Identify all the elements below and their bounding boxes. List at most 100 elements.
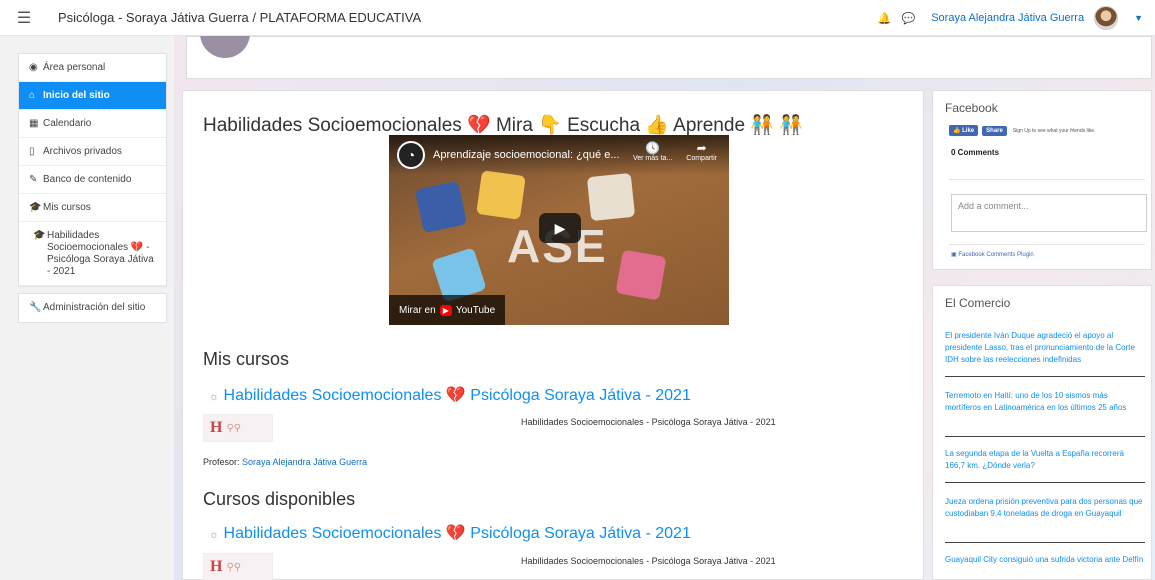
main-content: Habilidades Socioemocionales 💔 Mira 👇 Es… bbox=[182, 90, 924, 580]
news-item[interactable]: Jueza ordena prisión preventiva para dos… bbox=[945, 496, 1145, 520]
course-image-letter: H bbox=[210, 419, 223, 436]
drawer-item-label: Banco de contenido bbox=[43, 174, 132, 185]
facebook-comment-input[interactable]: Add a comment... bbox=[951, 194, 1147, 232]
course-summary: Habilidades Socioemocionales - Psicóloga… bbox=[521, 417, 776, 427]
drawer-item-inicio-del-sitio[interactable]: ⌂ Inicio del sitio bbox=[19, 82, 166, 110]
drawer-item-archivos-privados[interactable]: ▯ Archivos privados bbox=[19, 138, 166, 166]
graduation-cap-icon: 🎓 bbox=[33, 230, 46, 241]
share-video-button[interactable]: ➦ Compartir bbox=[686, 141, 717, 162]
course-image[interactable]: H ⚲⚲ bbox=[203, 414, 273, 442]
drawer-item-calendario[interactable]: ▦ Calendario bbox=[19, 110, 166, 138]
page-header bbox=[186, 36, 1152, 79]
drawer-item-banco-de-contenido[interactable]: ✎ Banco de contenido bbox=[19, 166, 166, 194]
watch-later-label: Ver más ta... bbox=[632, 155, 673, 162]
divider bbox=[945, 542, 1145, 543]
video-actions: 🕓 Ver más ta... ➦ Compartir bbox=[633, 141, 717, 162]
news-item[interactable]: Terremoto en Haití: uno de los 10 sismos… bbox=[945, 390, 1145, 414]
news-block: El Comercio El presidente Iván Duque agr… bbox=[932, 285, 1152, 580]
share-icon: ➦ bbox=[696, 141, 707, 155]
calendar-icon: ▦ bbox=[29, 118, 39, 129]
facebook-signup-note[interactable]: Sign Up to see what your friends like. bbox=[1013, 128, 1096, 134]
clock-icon: 🕓 bbox=[645, 141, 661, 155]
nav-drawer: ◉ Área personal ⌂ Inicio del sitio ▦ Cal… bbox=[0, 36, 174, 580]
course-image-faces-icon: ⚲⚲ bbox=[226, 422, 242, 434]
drawer-nav-list: ◉ Área personal ⌂ Inicio del sitio ▦ Cal… bbox=[18, 53, 167, 287]
youtube-label: YouTube bbox=[455, 304, 496, 316]
news-block-title: El Comercio bbox=[945, 296, 1011, 310]
avatar[interactable] bbox=[1094, 6, 1119, 30]
facebook-logo-icon: ▣ bbox=[951, 252, 957, 258]
drawer-item-label: Calendario bbox=[43, 118, 92, 129]
drawer-item-area-personal[interactable]: ◉ Área personal bbox=[19, 54, 166, 82]
drawer-item-label: Mis cursos bbox=[43, 202, 91, 213]
graduation-cap-icon: 🎓 bbox=[29, 202, 42, 213]
home-icon: ⌂ bbox=[29, 90, 36, 101]
video-sticker bbox=[586, 172, 636, 222]
channel-logo-icon[interactable]: ◔ bbox=[397, 141, 425, 169]
divider bbox=[945, 436, 1145, 437]
page-title: Habilidades Socioemocionales 💔 Mira 👇 Es… bbox=[203, 115, 803, 136]
facebook-plugin-link[interactable]: ▣ Facebook Comments Plugin bbox=[951, 251, 1034, 258]
course-image-faces-icon: ⚲⚲ bbox=[226, 561, 242, 573]
course-summary: Habilidades Socioemocionales - Psicóloga… bbox=[521, 556, 776, 566]
news-item[interactable]: Guayaquil City consiguió una sufrida vic… bbox=[945, 554, 1145, 566]
course-name: Habilidades Socioemocionales 💔 Psicóloga… bbox=[223, 525, 691, 542]
share-label: Compartir bbox=[686, 155, 717, 162]
like-label: Like bbox=[962, 128, 975, 134]
caret-down-icon[interactable]: ▼ bbox=[1134, 13, 1143, 23]
drawer-item-mis-cursos[interactable]: 🎓 Mis cursos bbox=[19, 194, 166, 222]
divider bbox=[945, 376, 1145, 377]
video-title[interactable]: Aprendizaje socioemocional: ¿qué e... bbox=[433, 149, 620, 161]
watch-later-button[interactable]: 🕓 Ver más ta... bbox=[633, 141, 672, 162]
teacher-label: Profesor: bbox=[203, 457, 240, 467]
drawer-item-course[interactable]: 🎓 Habilidades Socioemocionales 💔 - Psicó… bbox=[19, 222, 166, 286]
video-sticker bbox=[476, 170, 526, 220]
course-link[interactable]: ☼ Habilidades Socioemocionales 💔 Psicólo… bbox=[209, 523, 691, 543]
drawer-item-label: Inicio del sitio bbox=[43, 90, 110, 101]
play-button[interactable]: ▶ bbox=[539, 213, 581, 243]
user-name[interactable]: Soraya Alejandra Játiva Guerra bbox=[931, 12, 1084, 24]
site-title[interactable]: Psicóloga - Soraya Játiva Guerra / PLATA… bbox=[58, 10, 421, 25]
divider bbox=[949, 244, 1145, 245]
youtube-video[interactable]: ASE ◔ Aprendizaje socioemocional: ¿qué e… bbox=[389, 135, 729, 325]
teacher-link[interactable]: Soraya Alejandra Játiva Guerra bbox=[242, 457, 367, 467]
course-teacher: Profesor: Soraya Alejandra Játiva Guerra bbox=[203, 457, 367, 467]
video-sticker bbox=[414, 180, 468, 234]
facebook-block: Facebook 👍 Like Share Sign Up to see wha… bbox=[932, 90, 1152, 270]
play-icon: ▶ bbox=[554, 219, 566, 236]
bell-icon[interactable]: 🔔 bbox=[878, 12, 892, 25]
watch-on-youtube-button[interactable]: Mirar en ▶ YouTube bbox=[389, 295, 506, 325]
drawer-item-label: Área personal bbox=[43, 62, 106, 73]
course-link[interactable]: ☼ Habilidades Socioemocionales 💔 Psicólo… bbox=[209, 385, 691, 405]
wrench-icon: 🔧 bbox=[29, 302, 42, 313]
available-courses-heading: Cursos disponibles bbox=[203, 489, 356, 509]
dashboard-icon: ◉ bbox=[29, 62, 38, 73]
facebook-buttons: 👍 Like Share Sign Up to see what your fr… bbox=[949, 125, 1095, 136]
video-sticker bbox=[615, 249, 667, 301]
chat-icon[interactable]: 💬 bbox=[902, 12, 916, 25]
facebook-plugin-label: Facebook Comments Plugin bbox=[958, 252, 1034, 258]
course-image-letter: H bbox=[210, 558, 223, 575]
course-image[interactable]: H ⚲⚲ bbox=[203, 553, 273, 580]
menu-icon[interactable]: ☰ bbox=[15, 8, 33, 28]
news-item[interactable]: El presidente Iván Duque agradeció el ap… bbox=[945, 330, 1145, 366]
my-courses-heading: Mis cursos bbox=[203, 349, 290, 369]
drawer-admin-list: 🔧 Administración del sitio bbox=[18, 293, 167, 323]
news-item[interactable]: La segunda etapa de la Vuelta a España r… bbox=[945, 448, 1145, 472]
video-top-bar: ◔ Aprendizaje socioemocional: ¿qué e... … bbox=[389, 135, 729, 175]
facebook-share-button[interactable]: Share bbox=[982, 125, 1007, 136]
top-navbar: ☰ Psicóloga - Soraya Játiva Guerra / PLA… bbox=[0, 0, 1155, 36]
course-icon: ☼ bbox=[209, 391, 220, 403]
watch-on-label: Mirar en bbox=[399, 304, 436, 316]
user-menu-area: 🔔 💬 Soraya Alejandra Játiva Guerra ▼ bbox=[878, 0, 1143, 36]
course-icon: ☼ bbox=[209, 529, 220, 541]
drawer-item-label: Archivos privados bbox=[43, 146, 122, 157]
facebook-like-button[interactable]: 👍 Like bbox=[949, 125, 979, 136]
brush-icon: ✎ bbox=[29, 174, 38, 185]
divider bbox=[949, 179, 1145, 180]
drawer-item-administracion[interactable]: 🔧 Administración del sitio bbox=[19, 294, 166, 322]
course-name: Habilidades Socioemocionales 💔 Psicóloga… bbox=[223, 387, 691, 404]
drawer-item-label: Administración del sitio bbox=[43, 302, 146, 313]
divider bbox=[945, 482, 1145, 483]
youtube-logo-icon: ▶ bbox=[439, 304, 452, 316]
